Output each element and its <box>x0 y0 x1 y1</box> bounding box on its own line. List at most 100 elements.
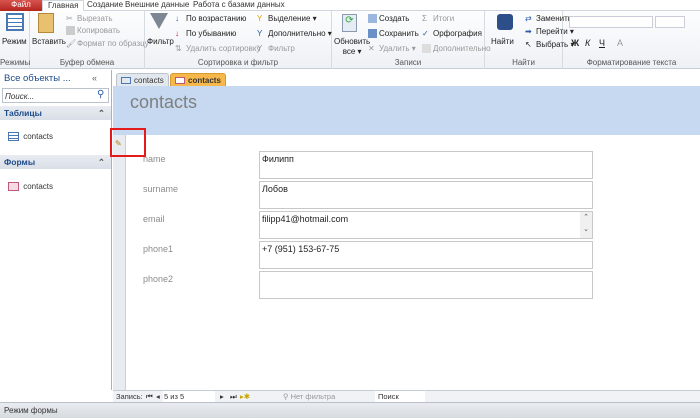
prev-record-button[interactable]: ◂ <box>156 391 160 402</box>
nav-group-tables[interactable]: Таблицы ⌃ <box>0 106 111 120</box>
chevron-up-icon: ⌃ <box>97 157 105 167</box>
tab-external-data[interactable]: Внешние данные <box>120 0 194 11</box>
label: contacts <box>23 132 54 141</box>
tab-file[interactable]: Файл <box>0 0 42 11</box>
label: Дополнительно <box>268 29 326 38</box>
view-icon <box>6 13 24 31</box>
save-record-button[interactable]: Сохранить <box>368 29 419 39</box>
record-selector[interactable]: ✎ <box>113 135 126 390</box>
sort-asc-icon: ↓ <box>175 14 179 24</box>
group-clipboard: Вставить ✂ Вырезать Копировать 🖌Формат по… <box>30 11 149 69</box>
group-text-format: Ж К Ч A Форматирование текста <box>563 11 700 69</box>
binoculars-icon <box>497 14 513 30</box>
grid-icon <box>422 44 431 54</box>
new-record-nav-button[interactable]: ▸✱ <box>240 391 250 402</box>
advanced-icon: Y <box>257 29 263 39</box>
view-button[interactable]: Режим <box>2 37 27 46</box>
spelling-button[interactable]: ✓ Орфография <box>422 29 482 38</box>
surname-field[interactable]: Лобов <box>259 181 593 209</box>
new-icon <box>368 14 377 24</box>
nav-search-input[interactable]: Поиск... <box>2 88 109 103</box>
record-search-input[interactable]: Поиск <box>375 391 425 402</box>
email-scrollbar[interactable]: ⌃ ⌄ <box>580 212 592 238</box>
brush-icon: 🖌 <box>66 39 77 49</box>
nav-item-form-contacts[interactable]: contacts <box>8 182 53 192</box>
ribbon-tabs: Файл Главная Создание Внешние данные Раб… <box>0 0 700 12</box>
arrow-right-icon: ➡ <box>525 27 532 37</box>
last-record-button[interactable]: ⏭ <box>230 391 237 402</box>
font-size-select[interactable] <box>655 16 685 28</box>
record-label: Запись: <box>116 392 143 401</box>
nav-item-table-contacts[interactable]: contacts <box>8 132 54 142</box>
advanced-filter-button[interactable]: Y Дополнительно ▾ <box>257 29 332 38</box>
tab-database-tools[interactable]: Работа с базами данных <box>188 0 290 11</box>
label: Нет фильтра <box>290 392 336 401</box>
group-sort-filter: Фильтр ↓ По возрастанию ↓ По убыванию ⇅ Уда… <box>145 11 332 69</box>
label-email: email <box>143 214 165 224</box>
next-record-button[interactable]: ▸ <box>220 391 224 402</box>
group-records: ⟳ Обновить все ▾ Создать Сохранить ✕ Удали… <box>332 11 491 69</box>
funnel-icon: Y <box>257 44 263 54</box>
record-navigation-bar: Запись: ⏮ ◂ 5 из 5 ▸ ⏭ ▸✱ ⚲ Нет фильтра … <box>113 390 700 402</box>
name-field[interactable]: Филипп <box>259 151 593 179</box>
label: Итоги <box>433 14 455 23</box>
label: Орфография <box>433 29 482 38</box>
remove-sort-button[interactable]: ⇅ Удалить сортировку <box>175 44 260 53</box>
totals-button[interactable]: Σ Итоги <box>422 14 454 23</box>
filter-status-button[interactable]: ⚲ Нет фильтра <box>283 391 335 402</box>
toggle-filter-button[interactable]: Y Фильтр <box>257 44 295 53</box>
format-painter-button[interactable]: 🖌Формат по образцу <box>66 39 149 48</box>
form-icon <box>8 182 19 192</box>
selection-button[interactable]: Y Выделение ▾ <box>257 14 317 23</box>
search-icon[interactable]: ⚲ <box>97 89 104 100</box>
spelling-icon: ✓ <box>422 29 429 39</box>
font-color-button[interactable]: A <box>617 38 623 48</box>
paste-button[interactable]: Вставить <box>32 37 66 46</box>
group-label: Буфер обмена <box>59 58 115 67</box>
filter-button[interactable]: Фильтр <box>147 37 174 46</box>
table-icon <box>121 77 131 84</box>
nav-title[interactable]: Все объекты ... <box>4 73 71 84</box>
cut-button[interactable]: ✂ Вырезать <box>66 14 113 23</box>
delete-icon: ✕ <box>368 44 375 54</box>
sort-ascending-button[interactable]: ↓ По возрастанию <box>175 14 246 23</box>
new-record-button[interactable]: Создать <box>368 14 409 24</box>
ribbon: Режим Режимы Вставить ✂ Вырезать Копирова… <box>0 11 700 69</box>
phone1-field[interactable]: +7 (951) 153-67-75 <box>259 241 593 269</box>
paste-icon <box>38 13 54 33</box>
first-record-button[interactable]: ⏮ <box>146 391 153 402</box>
nav-group-forms[interactable]: Формы ⌃ <box>0 155 111 169</box>
form-title: contacts <box>130 92 198 112</box>
save-icon <box>368 29 377 39</box>
underline-button[interactable]: Ч <box>599 38 605 48</box>
italic-button[interactable]: К <box>585 38 590 48</box>
more-button[interactable]: Дополнительно <box>422 44 491 54</box>
phone2-field[interactable] <box>259 271 593 299</box>
label: все <box>342 47 356 56</box>
delete-record-button[interactable]: ✕ Удалить ▾ <box>368 44 416 53</box>
group-find: Найти ⇄ Заменить ➡ Перейти ▾ ↖ Выбрать ▾ На… <box>485 11 574 69</box>
label: Обновить <box>334 37 371 46</box>
email-field[interactable]: filipp41@hotmail.com <box>259 211 593 239</box>
bold-button[interactable]: Ж <box>571 38 579 48</box>
label: По возрастанию <box>186 14 247 23</box>
replace-icon: ⇄ <box>525 14 532 24</box>
sort-descending-button[interactable]: ↓ По убыванию <box>175 29 236 38</box>
font-select[interactable] <box>569 16 653 28</box>
label: Формы <box>4 157 36 167</box>
filter-icon <box>150 13 168 29</box>
cut-label: Вырезать <box>77 14 113 23</box>
label: Удалить сортировку <box>186 44 261 53</box>
find-button[interactable]: Найти <box>491 37 514 46</box>
collapse-pane-icon[interactable]: « <box>92 73 97 83</box>
record-position-input[interactable]: 5 из 5 <box>163 391 215 402</box>
label: Выделение <box>268 14 311 23</box>
refresh-all-button[interactable]: Обновить все ▾ <box>334 37 370 57</box>
label: Таблицы <box>4 108 42 118</box>
table-icon <box>8 132 19 142</box>
group-label: Сортировка и фильтр <box>197 58 279 67</box>
copy-button[interactable]: Копировать <box>66 26 120 36</box>
label-phone1: phone1 <box>143 244 174 254</box>
doc-tab-table-contacts[interactable]: contacts <box>116 73 169 86</box>
doc-tab-form-contacts[interactable]: contacts <box>170 73 226 86</box>
